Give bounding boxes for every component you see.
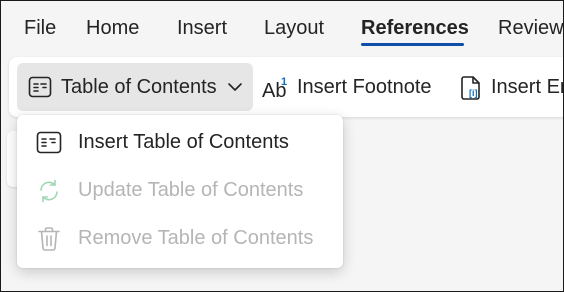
remove-table-of-contents-item[interactable]: Remove Table of Contents: [17, 216, 343, 260]
trash-icon: [35, 225, 63, 253]
remove-table-of-contents-label: Remove Table of Contents: [78, 226, 314, 249]
app-window: File Home Insert Layout References Revie…: [0, 0, 564, 292]
table-of-contents-dropdown: Insert Table of Contents Update Table of…: [17, 115, 343, 268]
table-of-contents-button[interactable]: Table of Contents: [17, 63, 253, 111]
svg-text:[i]: [i]: [469, 88, 478, 98]
menu-home[interactable]: Home: [86, 15, 139, 41]
update-table-of-contents-item[interactable]: Update Table of Contents: [17, 168, 343, 212]
menu-layout[interactable]: Layout: [264, 15, 324, 41]
insert-endnote-label: Insert En: [491, 75, 564, 98]
active-tab-indicator: [361, 43, 464, 46]
table-of-contents-icon: [35, 129, 63, 157]
insert-endnote-button[interactable]: [i] Insert En: [459, 63, 564, 111]
insert-table-of-contents-item[interactable]: Insert Table of Contents: [17, 120, 343, 164]
refresh-icon: [35, 177, 63, 205]
menu-references[interactable]: References: [361, 15, 469, 41]
insert-footnote-button[interactable]: Ab 1 Insert Footnote: [261, 63, 445, 111]
table-of-contents-label: Table of Contents: [61, 75, 217, 98]
insert-table-of-contents-label: Insert Table of Contents: [78, 130, 289, 153]
menu-file[interactable]: File: [24, 15, 56, 41]
menu-bar: File Home Insert Layout References Revie…: [1, 1, 563, 53]
menu-insert[interactable]: Insert: [177, 15, 227, 41]
svg-text:1: 1: [281, 76, 287, 88]
endnote-icon: [i]: [459, 75, 483, 101]
insert-footnote-label: Insert Footnote: [297, 75, 432, 98]
table-of-contents-icon: [28, 75, 52, 99]
update-table-of-contents-label: Update Table of Contents: [78, 178, 304, 201]
menu-review[interactable]: Review: [498, 15, 563, 41]
footnote-icon: Ab 1: [261, 75, 291, 101]
chevron-down-icon: [227, 79, 243, 95]
